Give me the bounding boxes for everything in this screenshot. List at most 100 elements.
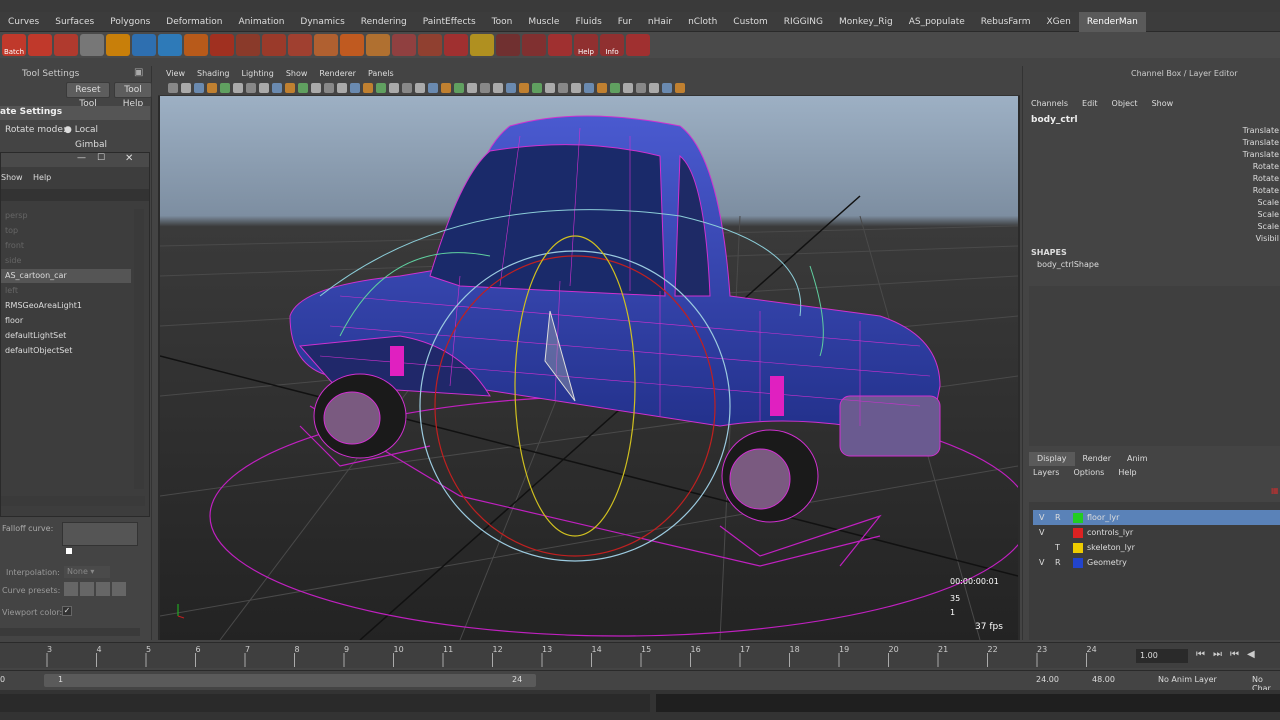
viewport-tool-icon[interactable] xyxy=(532,82,542,93)
attribute-label[interactable]: Rotate xyxy=(1253,162,1279,171)
info-icon[interactable]: Info xyxy=(600,34,624,56)
shelf-tab[interactable]: nCloth xyxy=(680,12,725,32)
tool-help-button[interactable]: Tool Help xyxy=(114,82,152,109)
film-icon[interactable] xyxy=(236,34,260,56)
viewport-tool-icon[interactable] xyxy=(363,82,373,93)
flame-icon[interactable] xyxy=(340,34,364,56)
viewport-tool-icon[interactable] xyxy=(181,82,191,93)
step-key-icon[interactable]: ⏮ xyxy=(1230,649,1239,660)
outliner-item[interactable]: front xyxy=(1,239,131,253)
layer-editor-menu-item[interactable]: Options xyxy=(1073,468,1104,480)
outliner-item[interactable]: top xyxy=(1,224,131,238)
shelf-tab[interactable]: Custom xyxy=(725,12,775,32)
batch-render-icon[interactable]: Batch xyxy=(2,34,26,56)
preset-button[interactable] xyxy=(80,582,94,596)
attribute-label[interactable]: Visibil xyxy=(1256,234,1279,243)
reset-tool-button[interactable]: Reset Tool xyxy=(66,82,110,109)
viewport-tool-icon[interactable] xyxy=(272,82,282,93)
interpolation-dropdown[interactable]: None ▾ xyxy=(64,566,110,578)
viewport-tool-icon[interactable] xyxy=(428,82,438,93)
shelf-tab[interactable]: Muscle xyxy=(520,12,567,32)
viewport-menu-item[interactable]: Lighting xyxy=(241,69,273,78)
close-icon[interactable]: ✕ xyxy=(125,153,133,164)
maximize-icon[interactable]: ☐ xyxy=(97,153,105,163)
strip-icon[interactable] xyxy=(262,34,286,56)
shelf-tab[interactable]: Dynamics xyxy=(292,12,352,32)
layer-color-swatch[interactable] xyxy=(1073,513,1083,523)
outliner-item[interactable]: RMSGeoAreaLight1 xyxy=(1,299,131,313)
channel-box-menu-item[interactable]: Edit xyxy=(1082,99,1098,111)
curve-icon[interactable] xyxy=(548,34,572,56)
layer-color-swatch[interactable] xyxy=(1073,543,1083,553)
rotate-local-radio[interactable]: ● Local xyxy=(64,125,98,135)
viewport-menu-item[interactable]: View xyxy=(166,69,185,78)
go-to-start-icon[interactable]: ⏮ xyxy=(1196,649,1205,660)
attribute-label[interactable]: Translate xyxy=(1243,138,1279,147)
bulb-icon[interactable] xyxy=(470,34,494,56)
viewport-tool-icon[interactable] xyxy=(350,82,360,93)
viewport-tool-icon[interactable] xyxy=(337,82,347,93)
layer-editor-tab[interactable]: Render xyxy=(1075,452,1119,466)
attribute-label[interactable]: Scale xyxy=(1257,210,1279,219)
play-back-icon[interactable]: ◀ xyxy=(1247,649,1255,660)
layer-mode-toggle[interactable]: R xyxy=(1055,510,1061,525)
layer-row[interactable]: V R Geometry xyxy=(1033,555,1280,570)
viewport-tool-icon[interactable] xyxy=(558,82,568,93)
preset-button[interactable] xyxy=(64,582,78,596)
range-end-field[interactable]: 24.00 xyxy=(1036,675,1059,684)
viewport-tool-icon[interactable] xyxy=(493,82,503,93)
attribute-label[interactable]: Scale xyxy=(1257,222,1279,231)
viewport-tool-icon[interactable] xyxy=(285,82,295,93)
falloff-curve-graph[interactable] xyxy=(62,522,138,546)
current-frame-field[interactable]: 1.00 xyxy=(1136,649,1188,663)
layer-mode-toggle[interactable]: T xyxy=(1055,540,1060,555)
light-icon[interactable] xyxy=(106,34,130,56)
close-icon[interactable]: ▣ xyxy=(134,67,143,78)
preset-button[interactable] xyxy=(96,582,110,596)
layer-visibility-toggle[interactable]: V xyxy=(1039,510,1044,525)
eye-icon[interactable] xyxy=(80,34,104,56)
viewport-tool-icon[interactable] xyxy=(584,82,594,93)
grid-icon[interactable] xyxy=(496,34,520,56)
spotlight-icon[interactable] xyxy=(184,34,208,56)
settings-section-header[interactable]: ate Settings xyxy=(0,106,150,120)
shelf-tab[interactable]: Fluids xyxy=(567,12,609,32)
shelf-tab[interactable]: Surfaces xyxy=(47,12,102,32)
outliner-menu-help[interactable]: Help xyxy=(33,173,51,182)
rotate-gimbal-radio[interactable]: Gimbal xyxy=(75,140,107,150)
globe-icon[interactable] xyxy=(132,34,156,56)
anim-layer-dropdown[interactable]: No Anim Layer xyxy=(1158,675,1217,684)
sphere-icon[interactable] xyxy=(158,34,182,56)
viewport-tool-icon[interactable] xyxy=(597,82,607,93)
viewport-tool-icon[interactable] xyxy=(207,82,217,93)
viewport-tool-icon[interactable] xyxy=(480,82,490,93)
outliner-scrollbar[interactable] xyxy=(134,209,144,489)
puzzle-icon[interactable] xyxy=(626,34,650,56)
shelf-tab[interactable]: AS_populate xyxy=(901,12,973,32)
shape-name[interactable]: body_ctrlShape xyxy=(1037,260,1099,269)
viewport-tool-icon[interactable] xyxy=(467,82,477,93)
shelf-tab[interactable]: Fur xyxy=(610,12,640,32)
viewport-menu-item[interactable]: Show xyxy=(286,69,308,78)
layer-mode-toggle[interactable]: R xyxy=(1055,555,1061,570)
outliner-item[interactable]: defaultObjectSet xyxy=(1,344,131,358)
layer-editor-tab[interactable]: Anim xyxy=(1119,452,1156,466)
viewport-tool-icon[interactable] xyxy=(194,82,204,93)
render-icon[interactable] xyxy=(28,34,52,56)
shelf-tab[interactable]: Toon xyxy=(484,12,521,32)
layer-editor-menu-item[interactable]: Help xyxy=(1118,468,1136,480)
viewport-tool-icon[interactable] xyxy=(662,82,672,93)
minimize-icon[interactable]: — xyxy=(77,153,86,163)
layer-editor-menu-item[interactable]: Layers xyxy=(1033,468,1059,480)
viewport-tool-icon[interactable] xyxy=(623,82,633,93)
layer-visibility-toggle[interactable]: V xyxy=(1039,555,1044,570)
new-layer-icon[interactable]: ▦ xyxy=(1271,486,1279,495)
outliner-item[interactable]: floor xyxy=(1,314,131,328)
outliner-titlebar[interactable]: — ☐ ✕ xyxy=(1,153,149,167)
ipr-icon[interactable] xyxy=(54,34,78,56)
viewport-menu-item[interactable]: Renderer xyxy=(319,69,356,78)
viewport-tool-icon[interactable] xyxy=(298,82,308,93)
help-icon[interactable]: Help xyxy=(574,34,598,56)
attribute-label[interactable]: Translate xyxy=(1243,126,1279,135)
shelf-tab[interactable]: Animation xyxy=(231,12,293,32)
